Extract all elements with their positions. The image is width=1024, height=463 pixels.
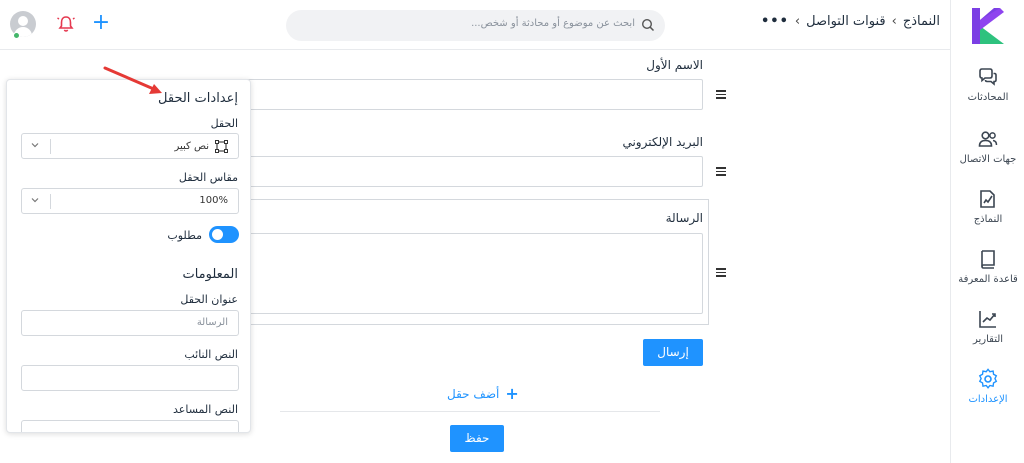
book-icon: [981, 250, 995, 269]
chevron-icon: ›: [891, 14, 897, 29]
top-bar: + ابحث عن موضوع أو محادثة أو شخص... ••• …: [0, 0, 1024, 50]
sidebar-item-label: التقارير: [972, 334, 1004, 345]
placeholder-input[interactable]: [21, 365, 239, 391]
field-label-message: الرسالة: [665, 211, 703, 225]
chevron-down-icon: [31, 143, 39, 148]
field-type-label: الحقل: [210, 117, 238, 130]
placeholder-label: النص النائب: [184, 348, 238, 361]
sidebar-nav: المحادثات جهات الاتصال النماذج قاعدة الم…: [950, 0, 1024, 463]
chart-icon: [979, 311, 996, 328]
sidebar-item-label: المحادثات: [967, 92, 1009, 103]
chevron-icon: ›: [794, 14, 801, 29]
sidebar-item-conversations[interactable]: المحادثات: [951, 66, 1024, 103]
helper-text-input[interactable]: [21, 420, 239, 432]
submit-button[interactable]: إرسال: [643, 339, 703, 366]
annotation-arrow-icon: [103, 66, 162, 94]
field-title-value: الرسالة: [196, 317, 228, 328]
field-title-input[interactable]: الرسالة: [21, 310, 239, 336]
message-textarea[interactable]: [246, 233, 703, 314]
field-size-label: مقاس الحقل: [178, 171, 238, 184]
required-label: مطلوب: [167, 229, 202, 242]
search-placeholder: ابحث عن موضوع أو محادثة أو شخص...: [471, 18, 635, 29]
save-button[interactable]: حفظ: [450, 425, 504, 452]
more-options-icon[interactable]: •••: [761, 14, 789, 29]
panel-title: إعدادات الحقل: [158, 91, 238, 106]
breadcrumb: ••• › قنوات التواصل › النماذج: [761, 14, 940, 29]
online-status-dot: [13, 32, 20, 39]
add-field-label: أضف حقل: [447, 386, 500, 401]
field-label-email: البريد الإلكتروني: [622, 135, 703, 149]
search-input[interactable]: ابحث عن موضوع أو محادثة أو شخص...: [286, 10, 665, 41]
sidebar-item-settings[interactable]: الإعدادات: [951, 368, 1024, 405]
first-name-field[interactable]: [240, 79, 703, 110]
contacts-icon: [978, 131, 998, 147]
search-icon: [641, 18, 655, 32]
sidebar-item-reports[interactable]: التقارير: [951, 308, 1024, 345]
textarea-icon: [215, 140, 228, 153]
gear-icon: [978, 368, 998, 389]
field-type-select[interactable]: نص كبير: [21, 133, 239, 159]
drag-handle-icon[interactable]: [716, 268, 726, 277]
chevron-down-icon: [31, 198, 39, 203]
breadcrumb-item-forms[interactable]: النماذج: [903, 14, 940, 29]
sidebar-item-label: النماذج: [973, 214, 1003, 225]
sidebar-item-contacts[interactable]: جهات الاتصال: [951, 128, 1024, 165]
app-root: + ابحث عن موضوع أو محادثة أو شخص... ••• …: [0, 0, 1024, 463]
sidebar-item-knowledge-base[interactable]: قاعدة المعرفة: [951, 248, 1024, 285]
required-toggle[interactable]: [209, 226, 239, 243]
divider: [280, 411, 660, 412]
field-title-label: عنوان الحقل: [180, 293, 238, 306]
helper-text-label: النص المساعد: [173, 403, 238, 416]
field-label-first-name: الاسم الأول: [646, 58, 703, 72]
field-size-value: 100%: [199, 195, 228, 206]
sidebar-item-label: قاعدة المعرفة: [958, 274, 1018, 285]
sidebar-item-label: الإعدادات: [968, 394, 1008, 405]
email-field[interactable]: [240, 156, 703, 187]
bell-icon[interactable]: [56, 14, 76, 34]
add-field-button[interactable]: + أضف حقل: [447, 384, 519, 403]
forms-icon: [980, 190, 995, 208]
sidebar-item-label: جهات الاتصال: [959, 154, 1017, 165]
drag-handle-icon[interactable]: [716, 167, 726, 176]
field-size-select[interactable]: 100%: [21, 188, 239, 214]
field-type-value: نص كبير: [174, 141, 209, 152]
plus-icon: +: [505, 384, 519, 403]
sidebar-item-forms[interactable]: النماذج: [951, 188, 1024, 225]
chat-icon: [979, 68, 997, 86]
breadcrumb-item-channels[interactable]: قنوات التواصل: [806, 14, 886, 29]
info-section-title: المعلومات: [182, 267, 238, 282]
app-logo[interactable]: [972, 8, 1004, 44]
add-new-icon[interactable]: +: [91, 12, 111, 34]
drag-handle-icon[interactable]: [716, 90, 726, 99]
field-settings-panel: إعدادات الحقل الحقل نص كبير مقاس الحقل 1…: [6, 79, 251, 433]
